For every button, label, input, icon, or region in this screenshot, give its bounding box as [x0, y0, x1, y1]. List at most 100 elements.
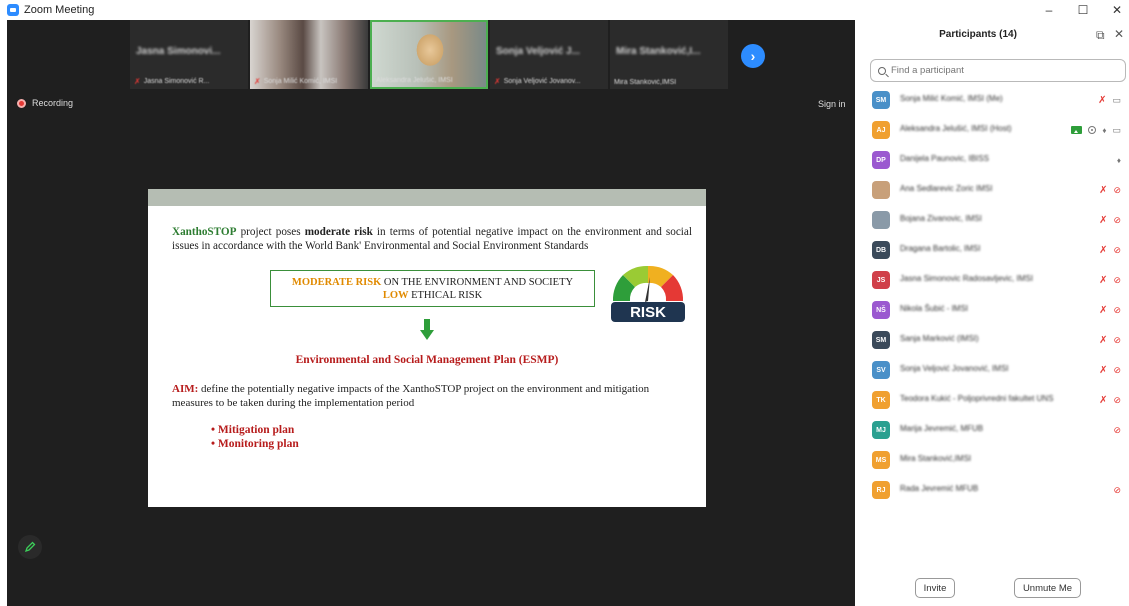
participant-row[interactable]: SV Sonja Veljović Jovanović, IMSI ✗ ⊘	[855, 355, 1129, 385]
annotate-button[interactable]	[18, 535, 42, 559]
participant-name: Bojana Zivanovic, IMSI	[900, 214, 982, 223]
risk-summary-box: MODERATE RISK ON THE ENVIRONMENT AND SOC…	[270, 270, 595, 307]
slide-intro-paragraph: XanthoSTOP project poses moderate risk i…	[172, 226, 692, 252]
participant-row[interactable]: SM Sanja Marković (IMSI) ✗ ⊘	[855, 325, 1129, 355]
panel-title: Participants (14)	[939, 29, 1017, 40]
video-tile[interactable]: Mira Stanković,I... Mira Stanković,IMSI	[610, 20, 728, 89]
participant-name: Sonja Veljović Jovanović, IMSI	[900, 364, 1009, 373]
esmp-heading: Environmental and Social Management Plan…	[295, 354, 559, 366]
participant-status-icons: ✗ ⊘	[1099, 213, 1121, 227]
list-item: Monitoring plan	[211, 437, 299, 451]
muted-mic-icon: ✗	[1099, 334, 1108, 346]
participant-list: SM Sonja Milić Komić, IMSI (Me) ✗ ▭ AJ Aleksa…	[855, 85, 1129, 505]
tile-label: Mira Stanković,IMSI	[614, 79, 677, 86]
video-tile-active-speaker[interactable]: Aleksandra Jelušić, IMSI	[370, 20, 488, 89]
avatar: MS	[872, 451, 890, 469]
video-off-icon: ⊘	[1113, 334, 1121, 345]
participant-status-icons: ♦ ▭	[1071, 123, 1121, 137]
participant-name: Jasna Simonovic Radosavljevic, IMSI	[900, 274, 1033, 283]
list-item: Mitigation plan	[211, 423, 299, 437]
avatar: DB	[872, 241, 890, 259]
sign-in-link[interactable]: Sign in	[818, 99, 846, 109]
recording-label: Recording	[32, 98, 74, 108]
avatar	[872, 181, 890, 199]
zoom-logo-icon	[7, 4, 19, 16]
avatar: NŠ	[872, 301, 890, 319]
mic-icon: ♦	[1102, 125, 1107, 135]
participant-status-icons: ✗ ⊘	[1099, 333, 1121, 347]
pencil-icon	[24, 541, 36, 553]
recording-indicator[interactable]: Recording	[17, 98, 73, 108]
avatar: SV	[872, 361, 890, 379]
avatar: DP	[872, 151, 890, 169]
avatar: AJ	[872, 121, 890, 139]
participant-name: Mira Stanković,IMSI	[900, 454, 972, 463]
chevron-right-icon: ›	[750, 48, 756, 64]
shared-screen-slide: XanthoSTOP project poses moderate risk i…	[148, 189, 706, 507]
muted-mic-icon: ✗	[1099, 244, 1108, 256]
participant-row[interactable]: AJ Aleksandra Jelušić, IMSI (Host) ♦ ▭	[855, 115, 1129, 145]
participant-name: Danijela Paunovic, IBISS	[900, 154, 989, 163]
search-icon	[878, 66, 886, 75]
down-arrow-icon	[420, 319, 434, 340]
avatar: SM	[872, 91, 890, 109]
invite-button[interactable]: Invite	[915, 578, 955, 598]
minimize-button[interactable]: –	[1032, 0, 1066, 20]
participant-status-icons: ✗ ⊘	[1099, 303, 1121, 317]
participant-row[interactable]: RJ Rada Jevremić MFUB ⊘	[855, 475, 1129, 505]
muted-mic-icon: ✗	[1098, 94, 1107, 106]
participant-row[interactable]: TK Teodora Kukić - Poljoprivredni fakulte…	[855, 385, 1129, 415]
participant-name: Dragana Bartolic, IMSI	[900, 244, 981, 253]
close-panel-icon[interactable]: ✕	[1114, 27, 1124, 41]
participant-name: Teodora Kukić - Poljoprivredni fakultet …	[900, 394, 1054, 403]
video-off-icon: ⊘	[1113, 304, 1121, 315]
tile-name: Sonja Veljović J...	[496, 46, 580, 57]
avatar: MJ	[872, 421, 890, 439]
participant-row[interactable]: Bojana Zivanovic, IMSI ✗ ⊘	[855, 205, 1129, 235]
unmute-me-button[interactable]: Unmute Me	[1014, 578, 1081, 598]
participant-row[interactable]: MJ Marija Jevremić, MFUB ⊘	[855, 415, 1129, 445]
participant-row[interactable]: DB Dragana Bartolic, IMSI ✗ ⊘	[855, 235, 1129, 265]
muted-mic-icon: ✗	[134, 77, 141, 86]
risk-gauge-icon: RISK	[611, 265, 685, 322]
video-off-icon: ⊘	[1113, 274, 1121, 285]
record-icon	[17, 98, 26, 108]
participant-search[interactable]	[870, 59, 1126, 82]
video-off-icon: ⊘	[1113, 484, 1121, 495]
video-off-icon: ⊘	[1113, 394, 1121, 405]
close-button[interactable]: ✕	[1100, 0, 1129, 20]
video-tile[interactable]: Jasna Simonovi... ✗ Jasna Simonović R...	[130, 20, 248, 89]
maximize-button[interactable]: ☐	[1066, 0, 1100, 20]
video-tile[interactable]: Sonja Veljović J... ✗ Sonja Veljović Jova…	[490, 20, 608, 89]
video-off-icon: ⊘	[1113, 244, 1121, 255]
avatar	[872, 211, 890, 229]
window-title: Zoom Meeting	[24, 4, 95, 16]
participant-row[interactable]: NŠ Nikola Šubić - IMSI ✗ ⊘	[855, 295, 1129, 325]
participant-row[interactable]: SM Sonja Milić Komić, IMSI (Me) ✗ ▭	[855, 85, 1129, 115]
video-icon: ▭	[1112, 124, 1121, 135]
participant-row[interactable]: MS Mira Stanković,IMSI	[855, 445, 1129, 475]
video-tile[interactable]: ✗ Sonja Milić Komić, IMSI	[250, 20, 368, 89]
participant-status-icons: ⊘	[1113, 483, 1121, 497]
meeting-view: Jasna Simonovi... ✗ Jasna Simonović R... …	[7, 20, 855, 606]
participant-name: Sanja Marković (IMSI)	[900, 334, 979, 343]
participant-row[interactable]: DP Danijela Paunovic, IBISS ♦	[855, 145, 1129, 175]
recording-icon	[1088, 126, 1097, 134]
muted-mic-icon: ✗	[1099, 184, 1108, 196]
window-titlebar: Zoom Meeting	[0, 0, 1129, 20]
participant-status-icons: ✗ ⊘	[1099, 183, 1121, 197]
muted-mic-icon: ✗	[1099, 394, 1108, 406]
participant-status-icons: ✗ ⊘	[1099, 243, 1121, 257]
video-icon: ▭	[1112, 94, 1121, 105]
participant-row[interactable]: Ana Sedlarevic Zoric IMSI ✗ ⊘	[855, 175, 1129, 205]
next-page-button[interactable]: ›	[741, 44, 765, 68]
pop-out-icon[interactable]: ⧉	[1096, 28, 1105, 43]
participant-status-icons: ✗ ▭	[1098, 93, 1121, 107]
participant-row[interactable]: JS Jasna Simonovic Radosavljevic, IMSI ✗ ⊘	[855, 265, 1129, 295]
video-off-icon: ⊘	[1113, 214, 1121, 225]
plan-list: Mitigation plan Monitoring plan	[211, 423, 299, 451]
participant-status-icons: ⊘	[1113, 423, 1121, 437]
tile-label: Sonja Milić Komić, IMSI	[263, 78, 338, 85]
search-input[interactable]	[891, 65, 1111, 76]
participant-status-icons: ♦	[1117, 153, 1121, 167]
